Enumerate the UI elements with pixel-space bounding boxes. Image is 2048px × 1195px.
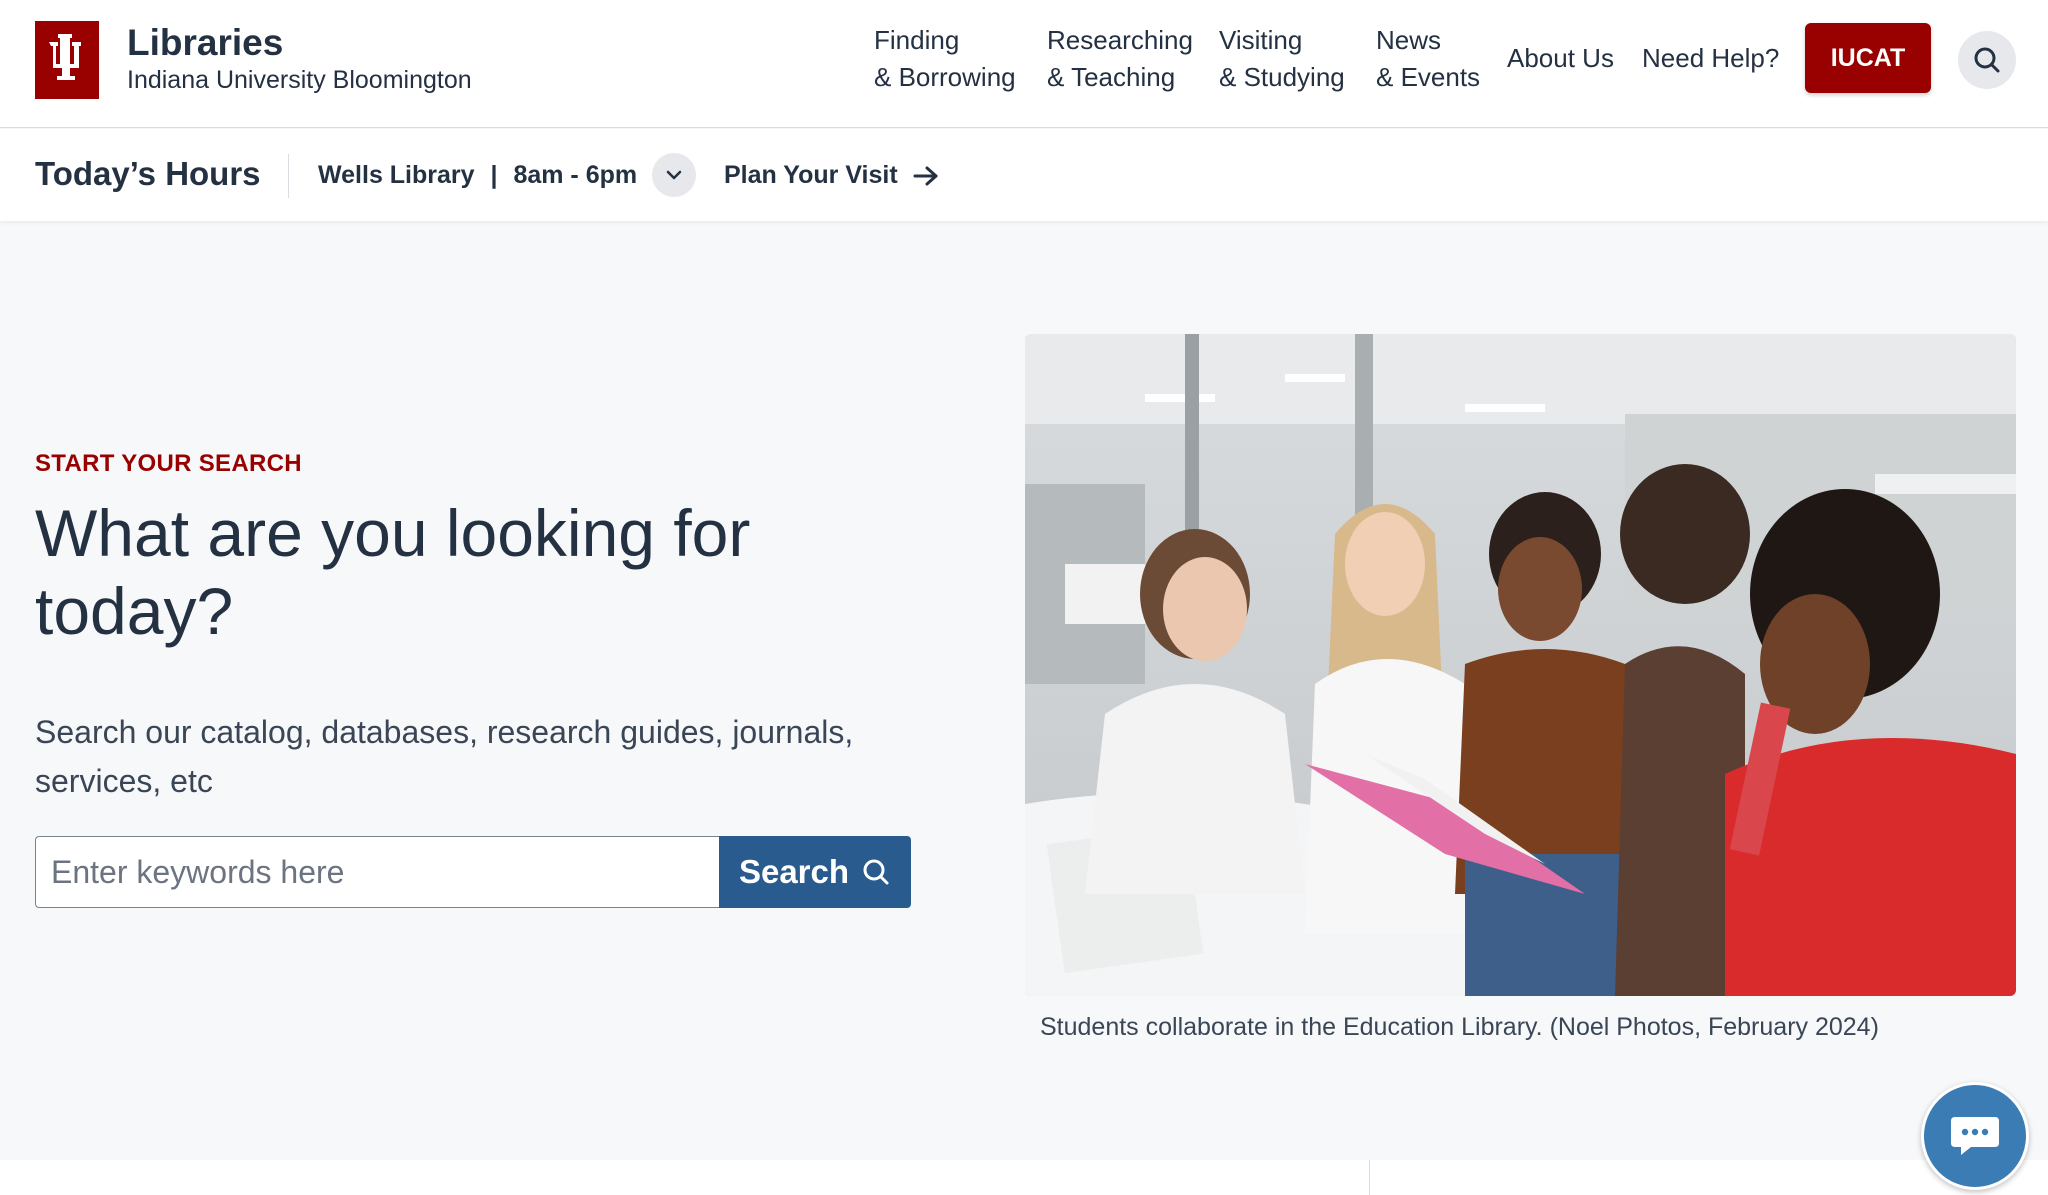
plan-visit-label: Plan Your Visit	[724, 161, 898, 189]
hours-divider	[288, 154, 289, 198]
hero-lead: Search our catalog, databases, research …	[35, 714, 854, 799]
nav-need-help[interactable]: Need Help?	[1642, 40, 1779, 77]
hero-eyebrow: START YOUR SEARCH	[35, 450, 302, 477]
arrow-right-icon	[913, 166, 938, 185]
iu-trident-icon[interactable]	[35, 21, 99, 99]
site-header: Libraries Indiana University Bloomington…	[0, 0, 2048, 128]
brand-subtitle[interactable]: Indiana University Bloomington	[127, 66, 472, 95]
bottom-section	[0, 1160, 2048, 1195]
hero-photo	[1025, 334, 2016, 996]
plan-visit-link[interactable]: Plan Your Visit	[724, 161, 940, 190]
nav-finding-borrowing[interactable]: Finding & Borrowing	[874, 22, 1016, 96]
hours-location: Wells Library	[318, 161, 475, 189]
nav-about-us[interactable]: About Us	[1507, 40, 1614, 77]
bottom-divider	[1369, 1160, 1370, 1195]
hours-title: Today’s Hours	[35, 155, 261, 192]
chat-bubble-icon	[1951, 1117, 1999, 1155]
nav-label: News	[1376, 25, 1442, 55]
nav-label: Researching	[1047, 25, 1193, 55]
hours-summary: Wells Library | 8am - 6pm	[318, 161, 637, 190]
hours-bar: Today’s Hours Wells Library | 8am - 6pm …	[0, 129, 2048, 221]
nav-label: & Borrowing	[874, 62, 1016, 92]
nav-label: Visiting	[1219, 25, 1303, 55]
nav-researching-teaching[interactable]: Researching & Teaching	[1047, 22, 1193, 96]
hours-time: 8am - 6pm	[513, 161, 638, 189]
header-search-button[interactable]	[1958, 31, 2016, 89]
iucat-button[interactable]: IUCAT	[1805, 23, 1931, 93]
hero-headline: What are you looking for today?	[35, 496, 751, 648]
chat-button[interactable]	[1921, 1082, 2029, 1190]
nav-visiting-studying[interactable]: Visiting & Studying	[1219, 22, 1345, 96]
hours-toggle-button[interactable]	[652, 153, 696, 197]
search-icon	[1974, 47, 2000, 73]
search-input[interactable]	[35, 836, 720, 908]
search-button-label: Search	[738, 853, 850, 890]
search-button[interactable]: Search	[719, 836, 911, 908]
nav-label: & Studying	[1219, 62, 1345, 92]
nav-label: & Events	[1376, 62, 1481, 92]
nav-label: & Teaching	[1047, 62, 1176, 92]
brand-title[interactable]: Libraries	[127, 22, 283, 64]
nav-label: Finding	[874, 25, 960, 55]
photo-caption: Students collaborate in the Education Li…	[1040, 1013, 1879, 1041]
chevron-down-icon	[666, 170, 682, 180]
search-icon	[863, 859, 889, 885]
hours-separator: |	[490, 161, 498, 189]
nav-news-events[interactable]: News & Events	[1376, 22, 1480, 96]
